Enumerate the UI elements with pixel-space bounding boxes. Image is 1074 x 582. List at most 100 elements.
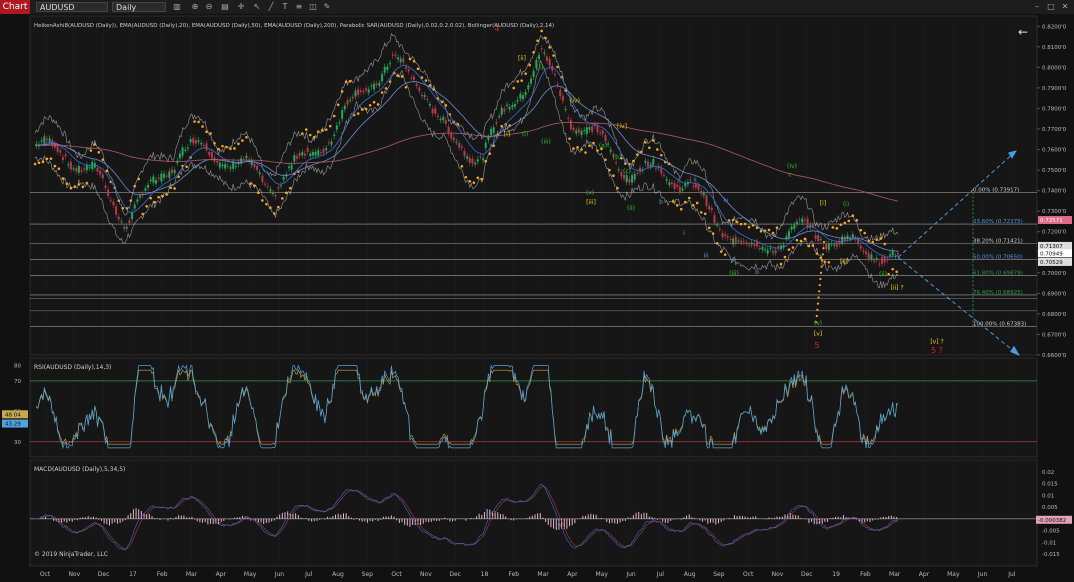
candle-body xyxy=(394,54,397,56)
candle-body xyxy=(96,167,99,172)
sar-dot xyxy=(73,185,77,188)
chart-canvas[interactable]: 0.00% (0.73917) 23.60% (0.72375) 38.20% (0… xyxy=(0,14,1074,582)
candle-body xyxy=(764,249,767,251)
sar-dot xyxy=(727,219,731,222)
candle-body xyxy=(301,152,304,156)
candle-body xyxy=(463,151,466,157)
candle-body xyxy=(564,108,567,110)
candle-body xyxy=(737,240,740,242)
sar-dot xyxy=(141,212,145,216)
sar-dot xyxy=(815,314,818,318)
candle-body xyxy=(819,239,822,241)
copyright-text: © 2019 NinjaTrader, LLC xyxy=(34,551,108,558)
wave-label: [iii] xyxy=(586,199,596,206)
line-tool-icon[interactable]: ╱ xyxy=(266,2,276,12)
sar-dot xyxy=(783,255,787,259)
sar-dot xyxy=(69,186,73,190)
candle-body xyxy=(444,120,447,124)
zoom-out-icon[interactable]: ⊖ xyxy=(204,2,214,12)
candle-body xyxy=(466,156,469,159)
wave-label: iv xyxy=(723,197,729,204)
crosshair-icon[interactable]: ✛ xyxy=(236,2,246,12)
candle-body xyxy=(224,163,227,169)
candle-body xyxy=(170,169,173,173)
close-button[interactable]: ✕ xyxy=(1060,2,1070,12)
candle-body xyxy=(290,164,293,170)
sar-dot xyxy=(384,87,388,90)
sar-dot xyxy=(883,242,887,246)
candle-body xyxy=(280,185,283,187)
x-tick-label: Feb xyxy=(860,571,871,578)
rsi-badge-label: 43.29 xyxy=(5,422,21,428)
candle-body xyxy=(883,257,886,263)
snapshot-icon[interactable]: ◫ xyxy=(308,2,318,12)
x-tick-label: May xyxy=(595,571,608,578)
sar-dot xyxy=(816,308,819,311)
sar-dot xyxy=(137,177,141,181)
x-tick-label: May xyxy=(244,571,257,578)
fibonacci-tool-icon[interactable]: ≡ xyxy=(294,2,304,12)
candle-body xyxy=(343,105,346,110)
x-tick-label: Mar xyxy=(889,571,901,578)
drawing-tools-icon[interactable]: ✎ xyxy=(322,2,332,12)
candle-body xyxy=(596,125,599,133)
sar-dot xyxy=(348,79,352,83)
zoom-in-icon[interactable]: ⊕ xyxy=(190,2,200,12)
candle-body xyxy=(298,153,301,157)
candle-body xyxy=(835,242,838,247)
sar-dot xyxy=(548,46,551,49)
candle-body xyxy=(131,212,134,220)
candle-body xyxy=(724,234,727,237)
x-tick-label: Oct xyxy=(743,571,754,578)
sar-dot xyxy=(524,72,527,75)
candle-body xyxy=(245,155,248,159)
candle-body xyxy=(500,107,503,115)
candle-body xyxy=(681,188,684,191)
sar-dot xyxy=(636,153,639,156)
candle-body xyxy=(729,238,732,240)
sar-dot xyxy=(895,270,898,274)
candle-body xyxy=(838,240,841,245)
candle-body xyxy=(644,160,647,163)
sar-dot xyxy=(185,165,188,169)
instrument-selector[interactable]: AUDUSD xyxy=(36,2,108,12)
candle-body xyxy=(793,224,796,230)
sar-dot xyxy=(245,135,248,139)
candle-body xyxy=(577,128,580,133)
back-arrow-icon[interactable]: ← xyxy=(1018,25,1028,39)
candle-body xyxy=(795,221,798,225)
x-tick-label: Apr xyxy=(919,571,930,578)
minimize-button[interactable]: – xyxy=(1032,2,1042,12)
properties-icon[interactable]: ▤ xyxy=(220,2,230,12)
maximize-button[interactable]: □ xyxy=(1046,2,1056,12)
wave-label: (v) xyxy=(586,190,594,197)
sar-dot xyxy=(229,147,232,151)
candle-body xyxy=(147,184,150,188)
candle-body xyxy=(311,151,314,156)
candle-body xyxy=(519,93,522,99)
price-tick-label: 0.6700'0 xyxy=(1042,332,1067,338)
sar-dot xyxy=(568,137,571,140)
sar-dot xyxy=(799,239,803,243)
price-tick-label: 0.7000'0 xyxy=(1042,271,1067,277)
candle-body xyxy=(378,82,381,86)
sar-dot xyxy=(648,146,651,150)
sar-dot xyxy=(153,200,156,204)
bars-icon[interactable]: ▥ xyxy=(172,2,182,12)
candle-body xyxy=(785,236,788,239)
candle-body xyxy=(314,151,317,156)
interval-selector[interactable]: Daily xyxy=(112,2,166,12)
sar-dot xyxy=(859,228,863,232)
price-tick-label: 0.7700'0 xyxy=(1042,127,1067,133)
candle-body xyxy=(867,252,870,260)
sar-dot xyxy=(887,272,890,276)
candle-body xyxy=(107,189,110,196)
candle-body xyxy=(48,138,51,142)
chart-tab[interactable]: Chart xyxy=(0,0,30,14)
sar-dot xyxy=(715,241,719,245)
text-tool-icon[interactable]: T xyxy=(280,2,290,12)
pointer-icon[interactable]: ↖ xyxy=(252,2,262,12)
wave-label: [iv] xyxy=(617,123,627,130)
candle-body xyxy=(503,109,506,112)
sar-dot xyxy=(743,222,747,226)
